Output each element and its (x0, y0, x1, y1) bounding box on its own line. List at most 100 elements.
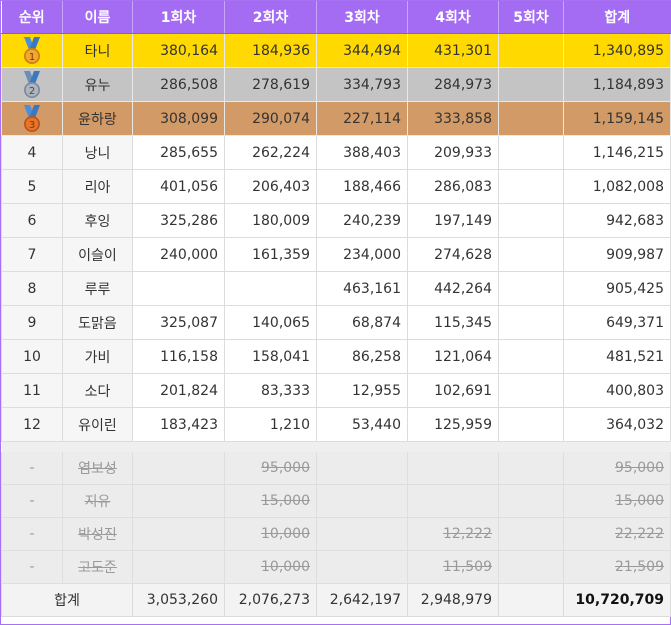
round-3-cell: 344,494 (316, 33, 408, 68)
round-4-cell: 12,222 (407, 517, 499, 551)
total-cell: 22,222 (563, 517, 671, 551)
name-cell: 타니 (62, 33, 133, 68)
header-rank: 순위 (1, 1, 63, 34)
total-cell: 21,509 (563, 550, 671, 584)
round-5-cell (498, 101, 564, 136)
name-cell: 고도준 (62, 550, 133, 584)
name-cell: 유이린 (62, 407, 133, 442)
round-1-cell (132, 452, 225, 485)
total-cell: 1,340,895 (563, 33, 671, 68)
round-1-cell: 285,655 (132, 135, 225, 170)
round-3-cell (316, 452, 408, 485)
round-2-cell: 158,041 (224, 339, 317, 374)
total-cell: 1,082,008 (563, 169, 671, 204)
totals-round-2: 2,076,273 (224, 583, 317, 617)
round-2-cell: 10,000 (224, 517, 317, 551)
total-cell: 909,987 (563, 237, 671, 272)
totals-round-3: 2,642,197 (316, 583, 408, 617)
bronze-medal-icon: 3 (20, 104, 44, 134)
round-2-cell: 184,936 (224, 33, 317, 68)
total-cell: 15,000 (563, 484, 671, 518)
name-cell: 가비 (62, 339, 133, 374)
rank-cell: - (1, 517, 63, 551)
table-row: 2 유누 286,508 278,619 334,793 284,973 1,184,893 (1, 67, 671, 102)
round-1-cell: 308,099 (132, 101, 225, 136)
excluded-row: - 지유 15,000 15,000 (1, 484, 671, 518)
round-4-cell: 274,628 (407, 237, 499, 272)
name-cell: 루루 (62, 271, 133, 306)
round-5-cell (498, 237, 564, 272)
round-5-cell (498, 339, 564, 374)
round-2-cell (224, 271, 317, 306)
gold-medal-icon: 1 (1, 33, 63, 68)
total-cell: 1,146,215 (563, 135, 671, 170)
header-round-4: 4회차 (407, 1, 499, 34)
round-4-cell (407, 452, 499, 485)
silver-medal-icon: 2 (20, 70, 44, 100)
round-3-cell: 12,955 (316, 373, 408, 408)
name-cell: 유누 (62, 67, 133, 102)
rank-cell: - (1, 550, 63, 584)
round-1-cell: 116,158 (132, 339, 225, 374)
round-1-cell: 183,423 (132, 407, 225, 442)
excluded-row: - 고도준 10,000 11,509 21,509 (1, 550, 671, 584)
round-1-cell: 401,056 (132, 169, 225, 204)
round-5-cell (498, 373, 564, 408)
name-cell: 지유 (62, 484, 133, 518)
ranking-table: 순위 이름 1회차 2회차 3회차 4회차 5회차 합계 1 타니 380,164 1… (1, 1, 671, 617)
totals-total: 10,720,709 (563, 583, 671, 617)
round-4-cell: 209,933 (407, 135, 499, 170)
gold-medal-icon: 1 (20, 36, 44, 66)
round-1-cell: 380,164 (132, 33, 225, 68)
rank-cell: 10 (1, 339, 63, 374)
round-2-cell: 180,009 (224, 203, 317, 238)
header-name: 이름 (62, 1, 133, 34)
round-2-cell: 262,224 (224, 135, 317, 170)
round-4-cell: 115,345 (407, 305, 499, 340)
header-round-5: 5회차 (498, 1, 564, 34)
round-5-cell (498, 407, 564, 442)
table-row: 5 리아 401,056 206,403 188,466 286,083 1,082,008 (1, 169, 671, 204)
round-1-cell: 201,824 (132, 373, 225, 408)
section-divider (1, 441, 671, 452)
round-5-cell (498, 271, 564, 306)
totals-row: 합계 3,053,260 2,076,273 2,642,197 2,948,979 10… (1, 583, 671, 617)
round-3-cell: 463,161 (316, 271, 408, 306)
round-2-cell: 15,000 (224, 484, 317, 518)
total-cell: 942,683 (563, 203, 671, 238)
round-3-cell (316, 550, 408, 584)
ranking-board: 순위 이름 1회차 2회차 3회차 4회차 5회차 합계 1 타니 380,164 1… (0, 0, 671, 625)
round-4-cell: 125,959 (407, 407, 499, 442)
round-3-cell: 388,403 (316, 135, 408, 170)
total-cell: 1,159,145 (563, 101, 671, 136)
round-4-cell: 197,149 (407, 203, 499, 238)
round-2-cell: 83,333 (224, 373, 317, 408)
round-1-cell: 325,087 (132, 305, 225, 340)
total-cell: 905,425 (563, 271, 671, 306)
total-cell: 481,521 (563, 339, 671, 374)
rank-cell: 9 (1, 305, 63, 340)
table-row: 8 루루 463,161 442,264 905,425 (1, 271, 671, 306)
name-cell: 도맑음 (62, 305, 133, 340)
rank-cell: 12 (1, 407, 63, 442)
round-3-cell: 68,874 (316, 305, 408, 340)
round-3-cell: 234,000 (316, 237, 408, 272)
totals-round-4: 2,948,979 (407, 583, 499, 617)
rank-cell: 11 (1, 373, 63, 408)
round-1-cell (132, 517, 225, 551)
round-4-cell: 121,064 (407, 339, 499, 374)
round-5-cell (498, 305, 564, 340)
round-5-cell (498, 550, 564, 584)
header-row: 순위 이름 1회차 2회차 3회차 4회차 5회차 합계 (1, 1, 671, 34)
round-4-cell: 431,301 (407, 33, 499, 68)
table-row: 9 도맑음 325,087 140,065 68,874 115,345 649,371 (1, 305, 671, 340)
rank-cell: - (1, 484, 63, 518)
name-cell: 후잉 (62, 203, 133, 238)
round-1-cell (132, 484, 225, 518)
table-frame: 순위 이름 1회차 2회차 3회차 4회차 5회차 합계 1 타니 380,164 1… (0, 0, 671, 625)
table-row: 6 후잉 325,286 180,009 240,239 197,149 942,683 (1, 203, 671, 238)
header-total: 합계 (563, 1, 671, 34)
round-5-cell (498, 452, 564, 485)
round-2-cell: 206,403 (224, 169, 317, 204)
round-2-cell: 95,000 (224, 452, 317, 485)
